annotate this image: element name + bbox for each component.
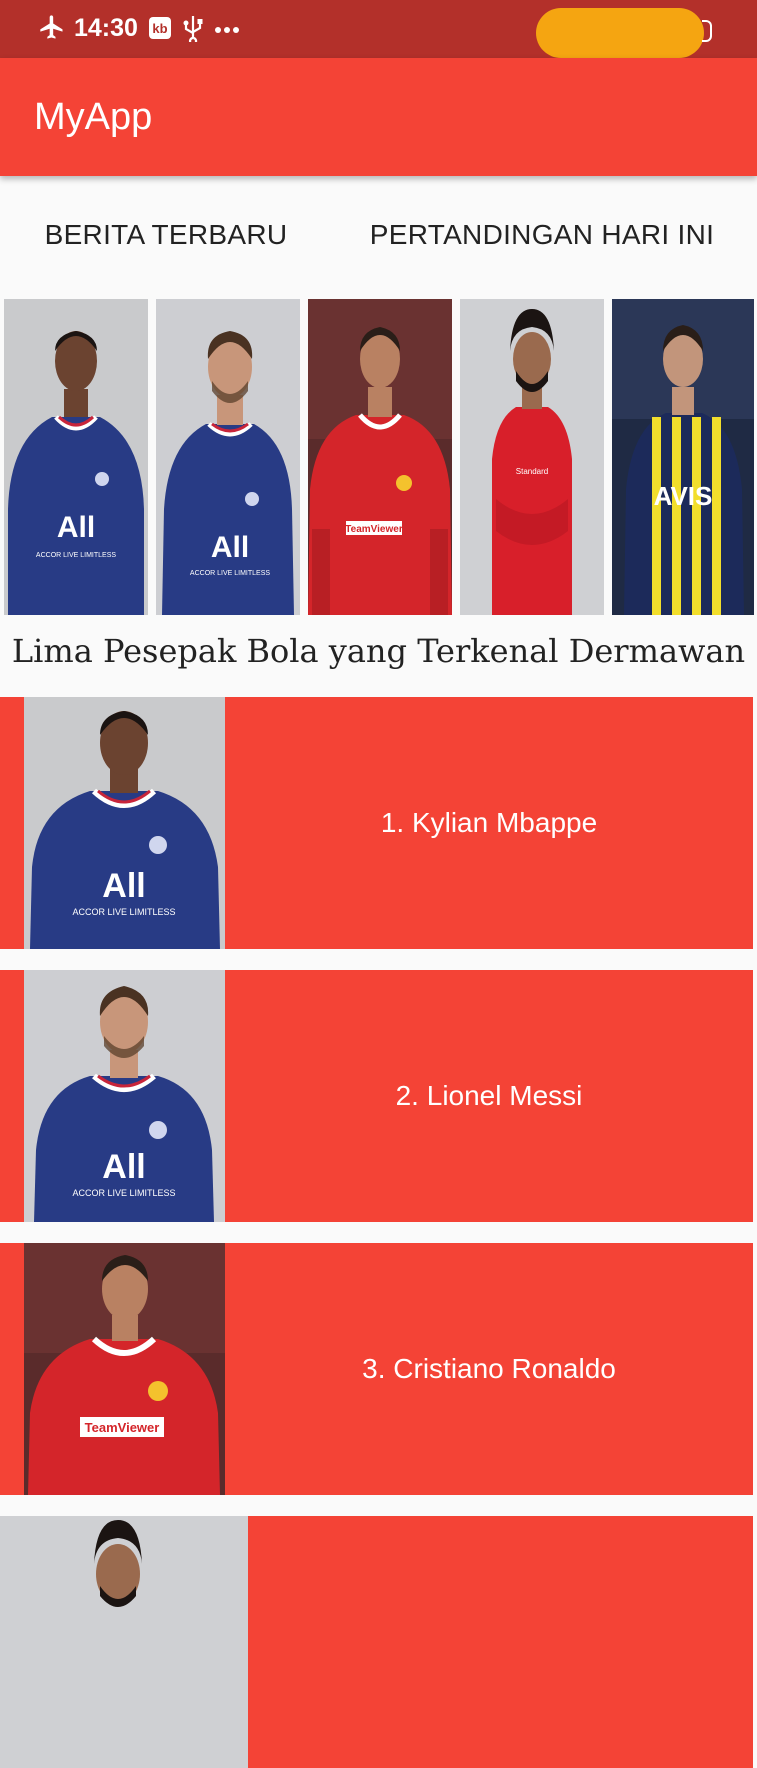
player-name: 2. Lionel Messi	[395, 1080, 583, 1111]
section-title: Lima Pesepak Bola yang Terkenal Dermawan	[11, 632, 746, 670]
tab-berita-terbaru[interactable]: BERITA TERBARU	[26, 176, 306, 294]
svg-text:TeamViewer: TeamViewer	[85, 1420, 160, 1435]
tab-bar: BERITA TERBARU PERTANDINGAN HARI INI	[0, 176, 757, 294]
svg-text:ACCOR LIVE LIMITLESS: ACCOR LIVE LIMITLESS	[36, 552, 116, 559]
gallery-photo-4[interactable]: Standard	[460, 299, 604, 615]
player-card[interactable]: All ACCOR LIVE LIMITLESS 1. Kylian Mbapp…	[0, 697, 753, 949]
svg-text:ACCOR LIVE LIMITLESS: ACCOR LIVE LIMITLESS	[72, 1188, 175, 1198]
data-saver-icon: kb	[148, 16, 172, 40]
svg-text:AVIS: AVIS	[654, 481, 713, 511]
svg-text:kb: kb	[152, 21, 167, 36]
player-name: 1. Kylian Mbappe	[380, 807, 598, 838]
app-title: MyApp	[34, 96, 153, 138]
gallery-photo-3[interactable]: TeamViewer	[308, 299, 452, 615]
svg-text:Standard: Standard	[516, 467, 548, 476]
usb-icon	[182, 14, 204, 42]
player-photo: All ACCOR LIVE LIMITLESS	[24, 970, 225, 1222]
player-card[interactable]: TeamViewer 3. Cristiano Ronaldo	[0, 1243, 753, 1495]
svg-text:All: All	[102, 867, 145, 905]
tab-pertandingan-hari-ini[interactable]: PERTANDINGAN HARI INI	[362, 176, 722, 294]
status-pill	[536, 8, 704, 58]
svg-text:ACCOR LIVE LIMITLESS: ACCOR LIVE LIMITLESS	[190, 570, 270, 577]
player-gallery: All ACCOR LIVE LIMITLESS All ACCOR LIVE …	[0, 299, 757, 615]
player-photo: TeamViewer	[24, 1243, 225, 1495]
player-photo	[0, 1516, 248, 1768]
player-name	[248, 1516, 753, 1768]
gallery-photo-1[interactable]: All ACCOR LIVE LIMITLESS	[4, 299, 148, 615]
svg-text:ACCOR LIVE LIMITLESS: ACCOR LIVE LIMITLESS	[72, 907, 175, 917]
status-bar: 14:30 kb	[0, 0, 757, 58]
player-card[interactable]	[0, 1516, 753, 1768]
svg-text:All: All	[57, 511, 95, 544]
app-bar: MyApp	[0, 58, 757, 176]
player-photo: All ACCOR LIVE LIMITLESS	[24, 697, 225, 949]
clock: 14:30	[74, 14, 138, 42]
player-card[interactable]: All ACCOR LIVE LIMITLESS 2. Lionel Messi	[0, 970, 753, 1222]
svg-text:TeamViewer: TeamViewer	[345, 524, 403, 535]
more-dots-icon	[214, 26, 240, 34]
gallery-photo-2[interactable]: All ACCOR LIVE LIMITLESS	[156, 299, 300, 615]
svg-text:All: All	[102, 1148, 145, 1186]
svg-text:All: All	[211, 531, 249, 564]
player-name: 3. Cristiano Ronaldo	[362, 1353, 616, 1384]
airplane-icon	[38, 12, 66, 42]
battery-icon	[702, 20, 712, 42]
gallery-photo-5[interactable]: AVIS	[612, 299, 754, 615]
